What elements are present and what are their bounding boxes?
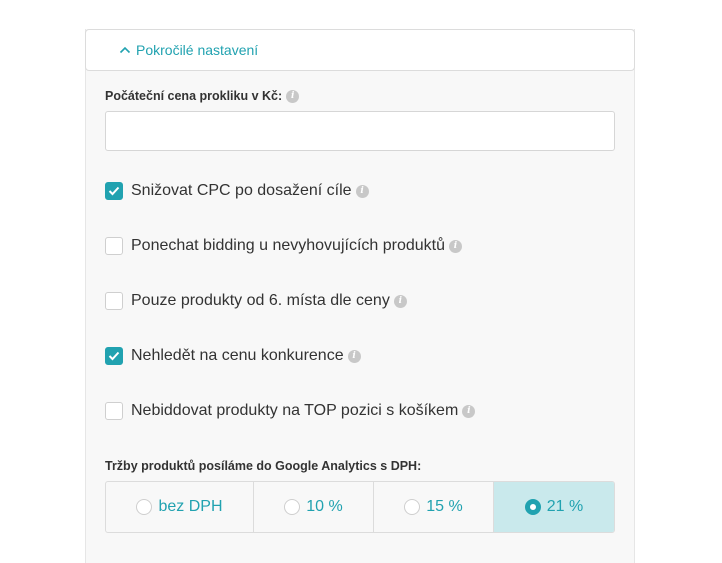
- option-from-6th-place[interactable]: Pouze produkty od 6. místa dle ceny i: [105, 292, 407, 310]
- radio-button[interactable]: [136, 499, 153, 515]
- info-icon[interactable]: i: [347, 349, 361, 363]
- option-keep-bidding[interactable]: Ponechat bidding u nevyhovujících produk…: [105, 237, 462, 255]
- start-price-label-text: Počáteční cena prokliku v Kč:: [105, 89, 283, 103]
- vat-option-15[interactable]: 15 %: [374, 482, 494, 532]
- info-icon[interactable]: i: [462, 404, 476, 418]
- option-label: Ponechat bidding u nevyhovujících produk…: [131, 237, 445, 254]
- option-label: Snižovat CPC po dosažení cíle: [131, 182, 352, 199]
- vat-option-label: 15 %: [426, 498, 463, 515]
- option-label: Pouze produkty od 6. místa dle ceny: [131, 292, 390, 309]
- info-icon[interactable]: i: [355, 184, 369, 198]
- radio-button[interactable]: [284, 499, 301, 515]
- advanced-settings-toggle[interactable]: Pokročilé nastavení: [85, 29, 635, 71]
- start-price-label: Počáteční cena prokliku v Kč: i: [105, 89, 300, 103]
- checkbox[interactable]: [105, 347, 123, 365]
- checkbox[interactable]: [105, 237, 123, 255]
- option-ignore-competitor-price[interactable]: Nehledět na cenu konkurence i: [105, 347, 361, 365]
- vat-option-10[interactable]: 10 %: [254, 482, 374, 532]
- vat-radio-group: bez DPH 10 % 15 % 21 %: [105, 481, 615, 533]
- start-price-input[interactable]: [105, 111, 615, 151]
- option-label: Nebiddovat produkty na TOP pozici s koší…: [131, 402, 459, 419]
- vat-option-label: 21 %: [546, 498, 584, 515]
- vat-option-none[interactable]: bez DPH: [106, 482, 254, 532]
- checkbox[interactable]: [105, 402, 123, 420]
- checkmark-icon: [108, 351, 120, 361]
- option-label: Nehledět na cenu konkurence: [131, 347, 344, 364]
- chevron-up-icon: [118, 43, 132, 57]
- vat-label-text: Tržby produktů posíláme do Google Analyt…: [105, 459, 422, 473]
- checkmark-icon: [108, 186, 120, 196]
- advanced-settings-label: Pokročilé nastavení: [136, 42, 259, 58]
- checkbox[interactable]: [105, 182, 123, 200]
- option-no-top-position-bidding[interactable]: Nebiddovat produkty na TOP pozici s koší…: [105, 402, 476, 420]
- info-icon[interactable]: i: [449, 239, 462, 253]
- vat-option-21[interactable]: 21 %: [494, 482, 614, 532]
- vat-option-label: bez DPH: [158, 498, 223, 515]
- option-reduce-cpc[interactable]: Snižovat CPC po dosažení cíle i: [105, 182, 369, 200]
- vat-option-label: 10 %: [306, 498, 343, 515]
- radio-button[interactable]: [404, 499, 421, 515]
- checkbox[interactable]: [105, 292, 123, 310]
- info-icon[interactable]: i: [286, 89, 300, 103]
- vat-label: Tržby produktů posíláme do Google Analyt…: [105, 459, 421, 473]
- radio-button[interactable]: [524, 499, 541, 515]
- info-icon[interactable]: i: [393, 294, 407, 308]
